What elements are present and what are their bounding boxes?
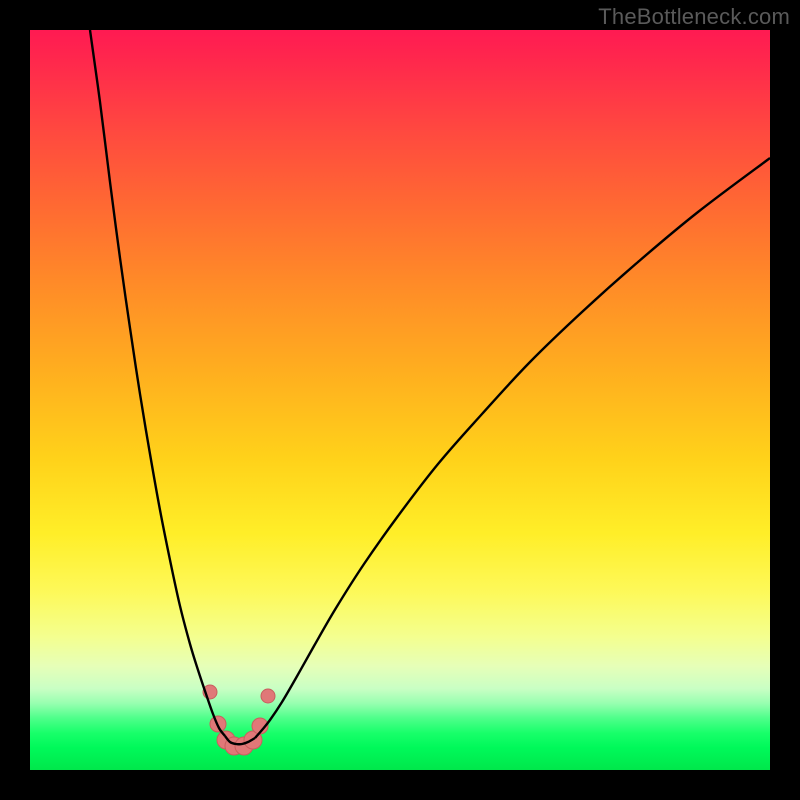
chart-svg [30,30,770,770]
watermark-text: TheBottleneck.com [598,4,790,30]
curve-left-arm [90,30,225,736]
curve-right-arm [255,158,770,738]
valley-marker [261,689,275,703]
chart-plot-area [30,30,770,770]
chart-frame: TheBottleneck.com [0,0,800,800]
